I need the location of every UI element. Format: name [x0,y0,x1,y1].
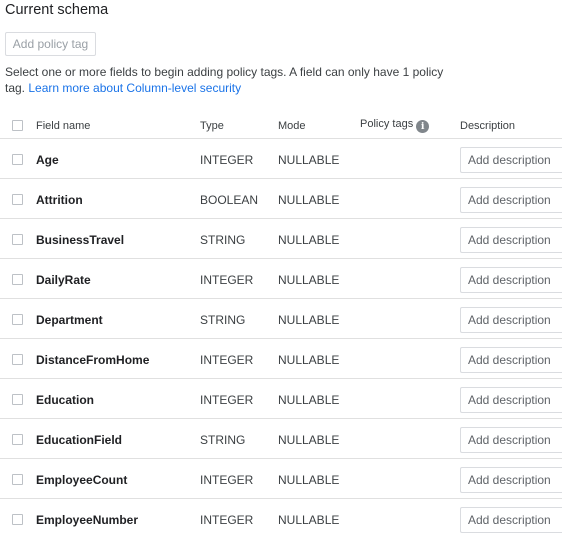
field-mode: NULLABLE [278,273,340,287]
description-input[interactable] [460,147,562,173]
field-type: INTEGER [200,513,254,527]
table-row: EducationField STRING NULLABLE [0,425,562,465]
row-checkbox[interactable] [12,474,23,485]
info-icon[interactable]: i [416,120,430,133]
description-input[interactable] [460,227,562,253]
row-divider [0,338,562,339]
table-row: DistanceFromHome INTEGER NULLABLE [0,345,562,385]
field-mode: NULLABLE [278,473,340,487]
description-input[interactable] [460,307,562,333]
row-checkbox[interactable] [12,274,23,285]
header-field-name: Field name [36,120,91,132]
description-input[interactable] [460,187,562,213]
row-divider [0,178,562,179]
field-name: Education [36,393,95,407]
field-mode: NULLABLE [278,233,340,247]
field-name: DailyRate [36,273,91,287]
field-name: EmployeeNumber [36,513,139,527]
description-input[interactable] [460,267,562,293]
field-mode: NULLABLE [278,393,340,407]
row-divider [0,218,562,219]
table-row: EmployeeCount INTEGER NULLABLE [0,465,562,505]
field-type: BOOLEAN [200,193,259,207]
field-name: BusinessTravel [36,233,125,247]
header-policy-tags-label: Policy tags [360,118,414,130]
row-divider [0,458,562,459]
description-input[interactable] [460,347,562,373]
row-divider [0,418,562,419]
table-row: DailyRate INTEGER NULLABLE [0,265,562,305]
field-name: EmployeeCount [36,473,128,487]
row-checkbox[interactable] [12,354,23,365]
description-input[interactable] [460,507,562,533]
select-all-checkbox[interactable] [12,120,23,131]
field-mode: NULLABLE [278,313,340,327]
table-row: Education INTEGER NULLABLE [0,385,562,425]
field-mode: NULLABLE [278,513,340,527]
row-checkbox[interactable] [12,154,23,165]
row-checkbox[interactable] [12,394,23,405]
policy-tag-info: Select one or more fields to begin addin… [5,65,455,96]
field-type: INTEGER [200,273,254,287]
row-checkbox[interactable] [12,434,23,445]
field-mode: NULLABLE [278,433,340,447]
table-row: EmployeeNumber INTEGER NULLABLE [0,505,562,545]
field-mode: NULLABLE [278,353,340,367]
row-checkbox[interactable] [12,514,23,525]
field-type: STRING [200,433,246,447]
field-type: INTEGER [200,153,254,167]
header-type: Type [200,120,224,132]
row-divider [0,378,562,379]
description-input[interactable] [460,387,562,413]
field-name: DistanceFromHome [36,353,150,367]
field-name: Attrition [36,193,83,207]
table-row: Department STRING NULLABLE [0,305,562,345]
table-row: Attrition BOOLEAN NULLABLE [0,185,562,225]
field-mode: NULLABLE [278,153,340,167]
row-divider [0,258,562,259]
field-name: EducationField [36,433,123,447]
learn-more-link[interactable]: Learn more about Column-level security [28,81,241,95]
field-name: Age [36,153,59,167]
field-type: INTEGER [200,473,254,487]
field-type: STRING [200,313,246,327]
table-row: Age INTEGER NULLABLE [0,145,562,185]
description-input[interactable] [460,467,562,493]
field-name: Department [36,313,103,327]
table-row: BusinessTravel STRING NULLABLE [0,225,562,265]
header-policy-tags: Policy tags i [360,118,430,133]
field-mode: NULLABLE [278,193,340,207]
description-input[interactable] [460,427,562,453]
row-checkbox[interactable] [12,234,23,245]
add-policy-tag-button[interactable]: Add policy tag [5,32,96,56]
row-checkbox[interactable] [12,314,23,325]
header-divider [0,138,562,139]
row-divider [0,498,562,499]
header-mode: Mode [278,120,306,132]
field-type: INTEGER [200,393,254,407]
row-checkbox[interactable] [12,194,23,205]
field-type: INTEGER [200,353,254,367]
header-description: Description [460,120,516,132]
row-divider [0,298,562,299]
field-type: STRING [200,233,246,247]
schema-title: Current schema [5,2,109,18]
